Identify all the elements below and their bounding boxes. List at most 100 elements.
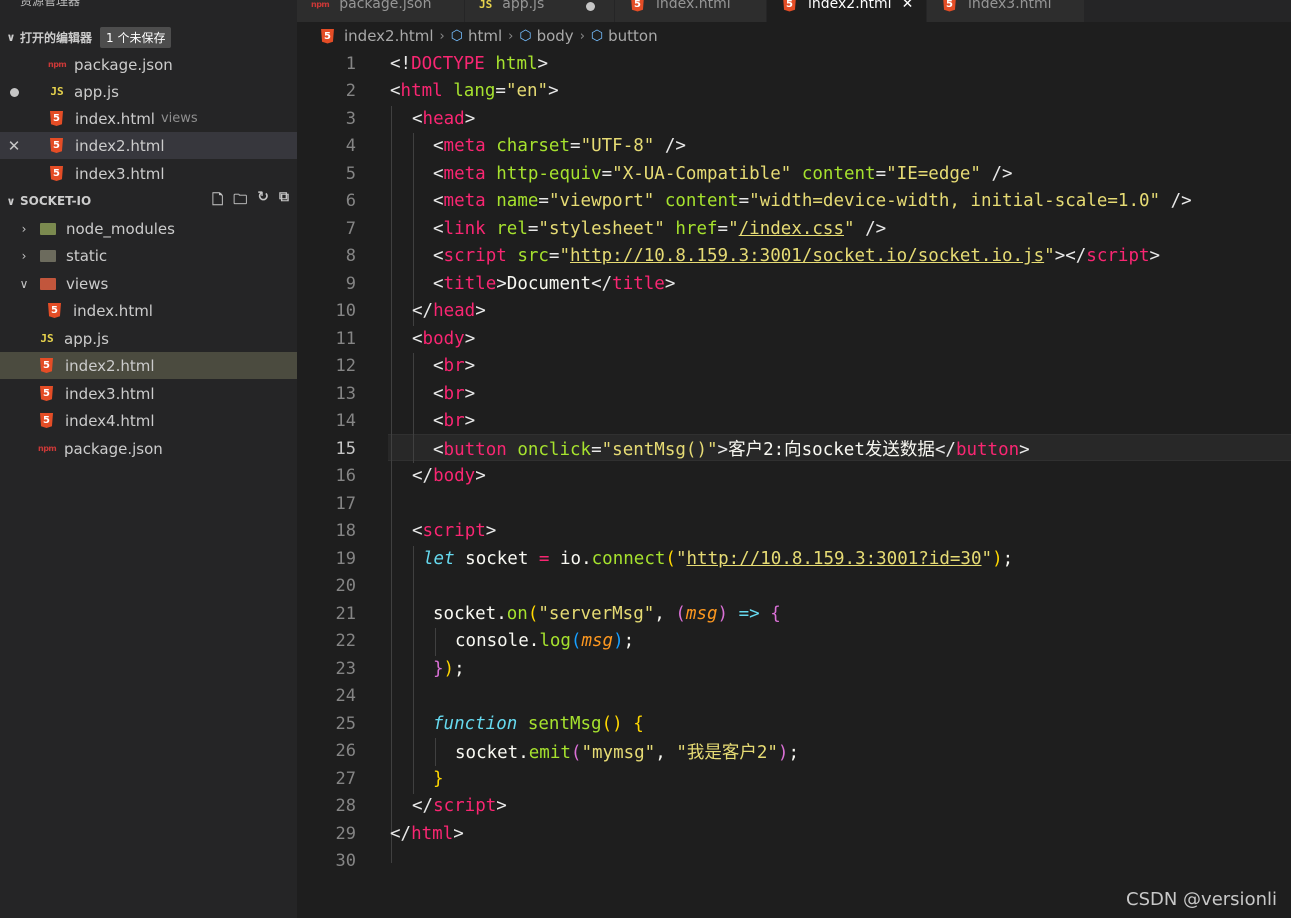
code-text: <meta charset="UTF-8" /> <box>433 136 686 157</box>
js-icon: JS <box>50 85 64 98</box>
breadcrumb-body[interactable]: body <box>537 27 574 45</box>
collapse-all-icon[interactable]: ⧉ <box>279 189 289 213</box>
line-number: 8 <box>345 246 356 267</box>
line-number: 12 <box>335 356 356 377</box>
code-line: 18 <script> <box>297 518 1291 546</box>
code-text: socket.emit("mymsg", "我是客户2"); <box>455 742 800 763</box>
breadcrumb-html[interactable]: html <box>468 27 502 45</box>
open-editor-item-index-html[interactable]: 5 index.html views <box>0 105 297 132</box>
open-editor-item-index3-html[interactable]: 5 index3.html <box>0 160 297 187</box>
line-number: 24 <box>335 686 356 707</box>
npm-icon: npm <box>311 0 330 9</box>
tab-index2-html[interactable]: 5 index2.html ✕ <box>767 0 927 22</box>
html5-icon: 5 <box>50 111 63 126</box>
code-text: <br> <box>433 356 476 377</box>
element-icon: ⬡ <box>519 28 532 44</box>
html5-icon: 5 <box>40 386 53 401</box>
line-number: 6 <box>345 191 356 212</box>
tab-app-js[interactable]: JS app.js <box>465 0 615 22</box>
line-number: 18 <box>335 521 356 542</box>
code-line: 22 console.log(msg); <box>297 628 1291 656</box>
open-editor-item-app-js[interactable]: JS app.js <box>0 78 297 105</box>
code-text: socket.on("serverMsg", (msg) => { <box>433 603 781 624</box>
tree-item-views-index-html[interactable]: 5 index.html <box>0 297 297 324</box>
code-text: <head> <box>412 108 476 129</box>
folder-icon <box>40 222 56 235</box>
line-number: 28 <box>335 796 356 817</box>
line-number: 17 <box>335 493 356 514</box>
open-editor-item-index2-html[interactable]: ✕ 5 index2.html <box>0 132 297 159</box>
line-number: 30 <box>335 851 356 872</box>
code-line: 2 <html lang="en"> <box>297 78 1291 106</box>
code-text: <meta name="viewport" content="width=dev… <box>433 191 1192 212</box>
tab-index3-html[interactable]: 5 index3.html <box>927 0 1085 22</box>
breadcrumb: 5 index2.html › ⬡ html › ⬡ body › ⬡ butt… <box>297 22 1291 50</box>
code-line: 11 <body> <box>297 325 1291 353</box>
code-text: <script> <box>412 521 497 542</box>
open-editors-header[interactable]: ∨ 打开的编辑器 1 个未保存 <box>0 24 297 50</box>
html5-icon: 5 <box>50 166 63 181</box>
code-editor[interactable]: 1 <!DOCTYPE html> 2 <html lang="en"> 3 <… <box>297 50 1291 918</box>
chevron-down-icon: ∨ <box>6 194 16 208</box>
html5-icon: 5 <box>48 303 61 318</box>
refresh-icon[interactable]: ↻ <box>257 189 269 213</box>
open-editor-label: index3.html <box>75 164 165 183</box>
code-line: 6 <meta name="viewport" content="width=d… <box>297 188 1291 216</box>
element-icon: ⬡ <box>450 28 463 44</box>
breadcrumb-button[interactable]: button <box>608 27 657 45</box>
js-icon: JS <box>479 0 493 11</box>
line-number: 7 <box>345 218 356 239</box>
new-file-icon[interactable]: 🗋 <box>212 189 223 213</box>
modified-dot-icon <box>0 83 28 101</box>
code-line: 5 <meta http-equiv="X-UA-Compatible" con… <box>297 160 1291 188</box>
project-header[interactable]: ∨ SOCKET-IO 🗋 🗀 ↻ ⧉ <box>0 188 297 214</box>
watermark: CSDN @versionli <box>1126 889 1277 910</box>
code-line: 25 function sentMsg() { <box>297 710 1291 738</box>
code-line: 24 <box>297 683 1291 711</box>
tree-item-label: index4.html <box>65 411 155 430</box>
tree-item-index2-html[interactable]: 5 index2.html <box>0 352 297 379</box>
tree-item-package-json[interactable]: npm package.json <box>0 435 297 462</box>
npm-icon: npm <box>48 60 67 69</box>
close-icon[interactable]: ✕ <box>0 137 28 155</box>
tree-item-app-js[interactable]: JS app.js <box>0 325 297 352</box>
tab-index-html[interactable]: 5 index.html <box>615 0 767 22</box>
modified-dot-icon[interactable] <box>586 1 596 11</box>
chevron-right-icon: › <box>439 28 445 44</box>
line-number: 1 <box>345 53 356 74</box>
tab-label: index.html <box>656 0 731 12</box>
code-line: 23 }); <box>297 655 1291 683</box>
code-line: 7 <link rel="stylesheet" href="/index.cs… <box>297 215 1291 243</box>
line-number: 25 <box>335 713 356 734</box>
tree-item-node-modules[interactable]: › node_modules <box>0 215 297 242</box>
breadcrumb-file[interactable]: index2.html <box>344 27 434 45</box>
html5-icon: 5 <box>50 138 63 153</box>
open-editor-item-package-json[interactable]: npm package.json <box>0 51 297 78</box>
line-number: 11 <box>335 328 356 349</box>
open-editor-label: index.html <box>75 109 155 128</box>
tree-item-static[interactable]: › static <box>0 242 297 269</box>
code-text: <script src="http://10.8.159.3:3001/sock… <box>433 246 1161 267</box>
tree-item-index4-html[interactable]: 5 index4.html <box>0 407 297 434</box>
html5-icon: 5 <box>943 0 956 12</box>
npm-icon: npm <box>38 444 57 453</box>
code-text: </body> <box>412 466 486 487</box>
code-line: 1 <!DOCTYPE html> <box>297 50 1291 78</box>
tree-item-index3-html[interactable]: 5 index3.html <box>0 380 297 407</box>
line-number: 13 <box>335 383 356 404</box>
more-actions-icon[interactable]: ··· <box>258 0 274 6</box>
html5-icon: 5 <box>783 0 796 12</box>
editor-tab-bar: npm package.json JS app.js 5 index.html 5 in… <box>297 0 1291 22</box>
code-line: 27 } <box>297 765 1291 793</box>
close-icon[interactable]: ✕ <box>902 0 914 12</box>
tree-item-views[interactable]: ∨ views <box>0 270 297 297</box>
code-line: 20 <box>297 573 1291 601</box>
new-folder-icon[interactable]: 🗀 <box>233 189 247 213</box>
tab-package-json[interactable]: npm package.json <box>297 0 465 22</box>
tab-label: index3.html <box>968 0 1052 12</box>
explorer-sidebar: 资源管理器 ··· ∨ 打开的编辑器 1 个未保存 npm package.js… <box>0 0 297 918</box>
open-editors-label: 打开的编辑器 <box>20 30 93 45</box>
open-editor-label: app.js <box>74 82 119 101</box>
chevron-right-icon: › <box>579 28 585 44</box>
code-line: 21 socket.on("serverMsg", (msg) => { <box>297 600 1291 628</box>
